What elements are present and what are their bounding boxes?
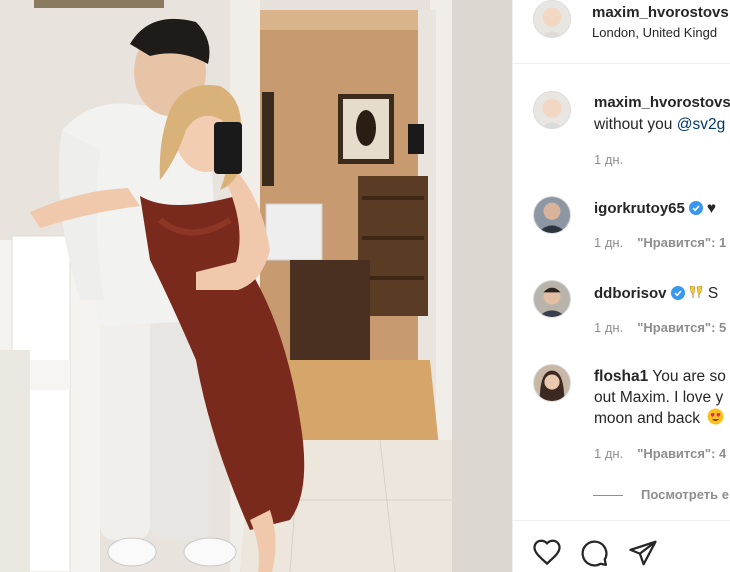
comment-text-line-1: You are so: [652, 368, 726, 385]
post-photo[interactable]: [0, 0, 512, 572]
author-avatar[interactable]: [533, 0, 571, 38]
commenter-avatar[interactable]: [533, 364, 571, 402]
comment-author-row: igorkrutoy65 ♥: [594, 198, 716, 219]
comment-line-1: flosha1 You are so: [594, 366, 726, 387]
verified-badge-icon: [688, 201, 703, 215]
woman-avatar-icon: [534, 365, 570, 401]
caption-text: without you @sv2g: [594, 114, 725, 135]
comment-text: ♥: [706, 200, 717, 217]
caption-author-username[interactable]: maxim_hvorostovs: [594, 94, 730, 111]
baby-avatar-icon: [534, 92, 570, 128]
comment-author-username[interactable]: igorkrutoy65: [594, 200, 685, 217]
comment-text-line-3: moon and back: [594, 410, 705, 427]
caption-mention-link[interactable]: @sv2g: [677, 116, 725, 133]
comment-text-line-2: out Maxim. I love y: [594, 389, 724, 406]
comment-likes-count[interactable]: "Нравится": 1: [637, 235, 726, 250]
replies-divider-line: [593, 495, 623, 497]
man-avatar-icon: [534, 197, 570, 233]
mirror-selfie-image: [0, 0, 512, 572]
comment-likes-count[interactable]: "Нравится": 4: [637, 446, 726, 461]
comment-time: 1 дн.: [594, 446, 624, 461]
comment-time: 1 дн.: [594, 320, 624, 335]
heart-icon[interactable]: [532, 538, 562, 568]
post-details-panel: maxim_hvorostovs London, United Kingd ma…: [512, 0, 730, 572]
caption-text-body: without you: [594, 116, 677, 133]
post-location[interactable]: London, United Kingd: [592, 25, 717, 40]
heart-eyes-emoji-icon: [707, 408, 724, 425]
view-replies-label: Посмотреть е: [641, 487, 729, 502]
comment-author-username[interactable]: ddborisov: [594, 285, 667, 302]
comment-meta: 1 дн. "Нравится": 4: [594, 446, 726, 461]
comment-meta: 1 дн. "Нравится": 5: [594, 320, 726, 335]
baby-avatar-icon: [534, 1, 570, 37]
share-icon[interactable]: [628, 538, 658, 568]
caption-time: 1 дн.: [594, 152, 624, 167]
clinking-glasses-icon: [689, 285, 702, 298]
commenter-avatar[interactable]: [533, 280, 571, 318]
man-avatar-icon: [534, 281, 570, 317]
comment-text: S: [703, 285, 719, 302]
verified-badge-icon: [670, 286, 685, 300]
view-replies-button[interactable]: Посмотреть е: [593, 487, 729, 502]
comment-time: 1 дн.: [594, 235, 624, 250]
comment-icon[interactable]: [579, 538, 609, 568]
comment-likes-count[interactable]: "Нравится": 5: [637, 320, 726, 335]
commenter-avatar[interactable]: [533, 196, 571, 234]
post-actions-bar: [513, 520, 730, 572]
comment-author-row: ddborisov S: [594, 283, 718, 304]
post-header: maxim_hvorostovs London, United Kingd: [513, 0, 730, 64]
caption-author-avatar[interactable]: [533, 91, 571, 129]
comment-line-3: moon and back: [594, 408, 724, 429]
comment-author-username[interactable]: flosha1: [594, 368, 648, 385]
post-author-username[interactable]: maxim_hvorostovs: [592, 4, 729, 21]
comment-meta: 1 дн. "Нравится": 1: [594, 235, 726, 250]
